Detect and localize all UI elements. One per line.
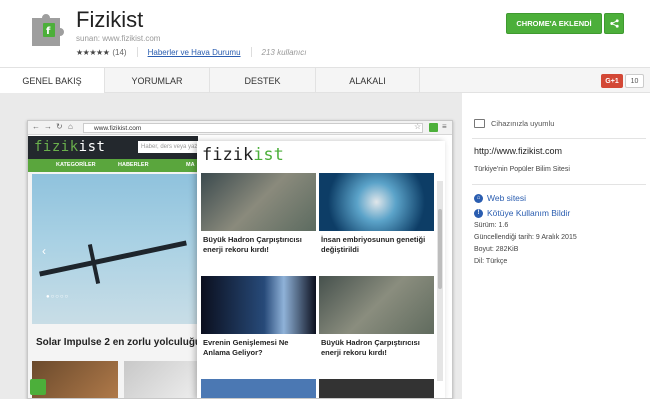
puzzle-extension-icon: f — [32, 14, 64, 46]
news-card-title: Büyük Hadron Çarpıştırıcısı enerji rekor… — [321, 338, 420, 357]
tab-support[interactable]: DESTEK — [210, 68, 316, 93]
tab-related[interactable]: ALAKALI — [316, 68, 420, 93]
info-panel: Cihazınızla uyumlu http://www.fizikist.c… — [462, 93, 650, 399]
alert-icon: ! — [474, 208, 483, 218]
website-background: fizikist Haber, ders veya yazı KATEGORİL… — [28, 136, 202, 398]
category-link[interactable]: Haberler ve Hava Durumu — [148, 48, 241, 57]
site-search-input: Haber, ders veya yazı — [138, 141, 198, 153]
back-arrow-icon: ← — [32, 122, 40, 131]
divider — [250, 47, 252, 57]
device-compatible-icon — [474, 119, 485, 128]
site-nav-news: HABERLER — [118, 162, 149, 168]
browser-toolbar: ← → ↻ ⌂ www.fizikist.com ☆ ≡ — [28, 121, 452, 135]
fizikist-extension-icon — [429, 123, 438, 132]
rating-stars[interactable]: ★★★★★ — [76, 48, 110, 57]
popup-scrollbar-thumb — [438, 209, 442, 289]
website-link-label: Web sitesi — [487, 193, 527, 203]
site-nav: KATEGORİLER HABERLER MA — [28, 159, 198, 172]
carousel-dots: ●○○○○ — [46, 294, 70, 300]
news-card-image — [319, 173, 434, 231]
extension-header: f Fizikist sunan: www.fizikist.com ★★★★★… — [0, 0, 650, 67]
site-logo: fizikist — [34, 139, 106, 155]
language-text: Dil: Türkçe — [474, 258, 508, 265]
home-icon: ⌂ — [474, 193, 483, 203]
extension-popup: fizikist Büyük Hadron Çarpıştırıcısı ene… — [197, 141, 445, 398]
bookmark-star-icon: ☆ — [414, 122, 422, 131]
updated-text: Güncellendiği tarih: 9 Aralık 2015 — [474, 234, 577, 241]
news-card-image — [201, 173, 316, 231]
report-abuse-label: Kötüye Kullanım Bildir — [487, 208, 571, 218]
site-header: fizikist Haber, ders veya yazı — [28, 136, 198, 159]
size-text: Boyut: 282KiB — [474, 246, 519, 253]
forward-arrow-icon: → — [44, 122, 52, 131]
divider — [136, 47, 138, 57]
user-count: 213 kullanıcı — [261, 47, 307, 57]
tab-overview[interactable]: GENEL BAKIŞ — [0, 68, 105, 94]
extension-description: Türkiye'nin Popüler Bilim Sitesi — [474, 166, 570, 173]
rating-count: (14) — [112, 47, 127, 57]
site-nav-more: MA — [186, 162, 195, 168]
site-nav-categories: KATEGORİLER — [56, 162, 96, 168]
home-icon: ⌂ — [68, 122, 73, 131]
google-plus-button[interactable]: G+1 — [601, 74, 623, 88]
tab-bar: GENEL BAKIŞ YORUMLAR DESTEK ALAKALI G+1 … — [0, 67, 650, 94]
screenshot-gallery: ← → ↻ ⌂ www.fizikist.com ☆ ≡ fizikist Ha… — [0, 93, 462, 399]
news-card-image — [201, 379, 316, 398]
news-card-image — [319, 276, 434, 334]
added-to-chrome-button[interactable]: CHROME'A EKLENDİ — [506, 13, 602, 34]
popup-logo: fizikist — [202, 145, 284, 165]
site-headline: Solar Impulse 2 en zorlu yolculuğu — [36, 337, 202, 348]
reload-icon: ↻ — [56, 122, 63, 131]
news-card-image — [201, 276, 316, 334]
extension-title: Fizikist — [76, 7, 144, 32]
chevron-left-icon: ‹ — [42, 244, 46, 258]
menu-icon: ≡ — [442, 122, 447, 131]
divider — [472, 184, 646, 185]
news-card-title: İnsan embriyosunun genetiği değiştirildi — [321, 235, 426, 254]
svg-text:f: f — [46, 26, 51, 37]
compatibility-text: Cihazınızla uyumlu — [491, 119, 555, 128]
news-card-title: Evrenin Genişlemesi Ne Anlama Geliyor? — [203, 338, 289, 357]
website-url: http://www.fizikist.com — [474, 146, 563, 156]
address-bar: www.fizikist.com — [83, 123, 423, 133]
google-plus-count: 10 — [625, 74, 644, 88]
version-text: Sürüm: 1.6 — [474, 222, 509, 229]
news-card-title: Büyük Hadron Çarpıştırıcısı enerji rekor… — [203, 235, 302, 254]
site-thumbnail — [124, 361, 198, 398]
share-button[interactable] — [604, 13, 624, 34]
news-card-image — [319, 379, 434, 398]
website-link[interactable]: ⌂ Web sitesi — [474, 193, 526, 203]
offered-by: sunan: www.fizikist.com — [76, 34, 161, 43]
compatibility-row: Cihazınızla uyumlu — [474, 119, 554, 128]
share-icon — [609, 19, 619, 28]
chat-icon — [30, 379, 46, 395]
site-hero-image: ‹ ●○○○○ — [32, 174, 198, 324]
report-abuse-link[interactable]: ! Kötüye Kullanım Bildir — [474, 208, 570, 218]
solar-plane-wing — [39, 240, 187, 277]
screenshot-browser-window[interactable]: ← → ↻ ⌂ www.fizikist.com ☆ ≡ fizikist Ha… — [27, 120, 453, 399]
tab-reviews[interactable]: YORUMLAR — [105, 68, 210, 93]
divider — [472, 138, 646, 139]
rating-row: ★★★★★ (14) Haberler ve Hava Durumu 213 k… — [76, 46, 306, 58]
